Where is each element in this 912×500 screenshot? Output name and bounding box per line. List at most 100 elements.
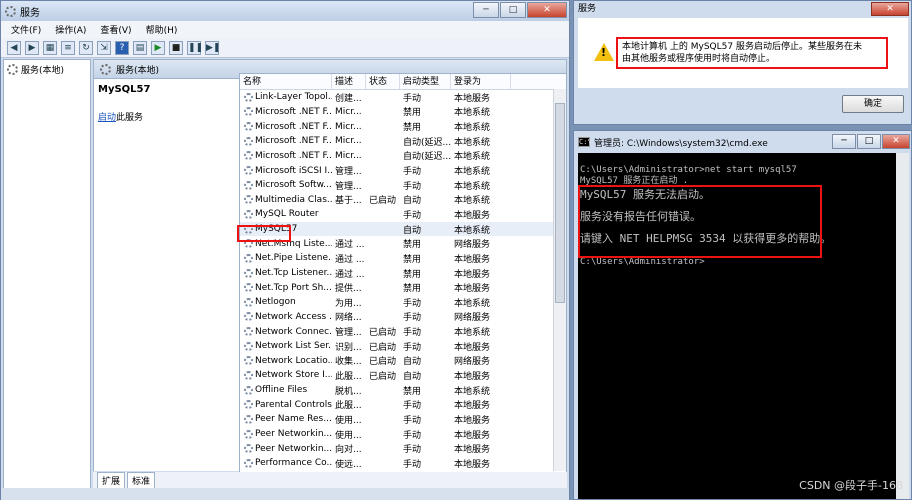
- table-row[interactable]: Link-Layer Topol... 创建... 手动 本地服务: [240, 90, 566, 105]
- cmd-scrollbar[interactable]: [896, 153, 909, 499]
- column-status[interactable]: 状态: [366, 74, 400, 89]
- tab-standard[interactable]: 标准: [127, 472, 156, 488]
- cell-description: 向对...: [335, 445, 362, 456]
- menu-file[interactable]: 文件(F): [11, 23, 41, 36]
- tree-item-services-local[interactable]: 服务(本地): [4, 60, 90, 79]
- cell-name: Microsoft .NET F...: [240, 122, 332, 132]
- highlight-dialog-message: [616, 37, 888, 69]
- warning-mark: !: [601, 46, 607, 59]
- table-row[interactable]: Network Connec... 管理... 已启动 手动 本地系统: [240, 324, 566, 339]
- cell-startup-type: 自动: [403, 357, 422, 368]
- table-row[interactable]: Multimedia Clas... 基于... 已启动 自动 本地系统: [240, 192, 566, 207]
- cell-description: 管理...: [335, 328, 362, 339]
- close-button[interactable]: ✕: [527, 2, 567, 18]
- cell-description: 基于...: [335, 196, 362, 207]
- list-icon[interactable]: ≡: [61, 40, 75, 55]
- cell-log-on-as: 本地服务: [454, 269, 491, 280]
- cell-name: Net.Tcp Port Sh...: [240, 283, 332, 293]
- service-gear-icon: [244, 268, 253, 278]
- service-gear-icon: [244, 356, 253, 366]
- menu-help[interactable]: 帮助(H): [146, 23, 178, 36]
- cell-description: 收集...: [335, 357, 362, 368]
- refresh-icon[interactable]: ↻: [79, 40, 93, 55]
- table-row[interactable]: Netlogon 为用... 手动 本地系统: [240, 295, 566, 310]
- view-tabs: 扩展 标准: [93, 472, 567, 488]
- start-service-icon[interactable]: ▶: [151, 40, 165, 55]
- service-gear-icon: [244, 429, 253, 439]
- cell-description: 为用...: [335, 298, 362, 309]
- forward-icon[interactable]: ▶: [25, 40, 39, 55]
- list-scrollbar[interactable]: [553, 89, 566, 471]
- cell-log-on-as: 本地服务: [454, 445, 491, 456]
- ok-button[interactable]: 确定: [842, 95, 904, 113]
- table-row[interactable]: Microsoft .NET F... Micr... 禁用 本地系统: [240, 119, 566, 134]
- minimize-button[interactable]: ─: [473, 2, 499, 18]
- pause-service-icon[interactable]: ❚❚: [187, 40, 203, 55]
- table-row[interactable]: Microsoft .NET F... Micr... 自动(延迟... 本地系统: [240, 134, 566, 149]
- maximize-button[interactable]: □: [500, 2, 526, 18]
- table-row[interactable]: MySQL Router 手动 本地服务: [240, 207, 566, 222]
- console-tree: 服务(本地): [3, 59, 91, 499]
- column-startup-type[interactable]: 启动类型: [400, 74, 451, 89]
- help-icon[interactable]: ?: [115, 40, 129, 55]
- service-name: Peer Networkin...: [255, 429, 332, 440]
- service-gear-icon: [244, 253, 253, 263]
- table-row[interactable]: Peer Name Res... 使用... 手动 本地服务: [240, 412, 566, 427]
- table-row[interactable]: Microsoft .NET F... Micr... 禁用 本地系统: [240, 105, 566, 120]
- cell-startup-type: 禁用: [403, 254, 422, 265]
- table-row[interactable]: Net.Tcp Listener... 通过 ... 禁用 本地服务: [240, 266, 566, 281]
- back-icon[interactable]: ◀: [7, 40, 21, 55]
- table-row[interactable]: Peer Networkin... 向对... 手动 本地服务: [240, 441, 566, 456]
- cmd-minimize-button[interactable]: ─: [832, 134, 856, 149]
- table-row[interactable]: Parental Controls 此服... 手动 本地服务: [240, 397, 566, 412]
- cell-name: Multimedia Clas...: [240, 195, 332, 205]
- export-icon[interactable]: ⇲: [97, 40, 111, 55]
- table-row[interactable]: Net.Pipe Listene... 通过 ... 禁用 本地服务: [240, 251, 566, 266]
- cell-startup-type: 手动: [403, 342, 422, 353]
- table-row[interactable]: Network Locatio... 收集... 已启动 自动 网络服务: [240, 354, 566, 369]
- scroll-thumb[interactable]: [555, 103, 565, 303]
- cell-name: Peer Networkin...: [240, 444, 332, 454]
- cell-name: Microsoft .NET F...: [240, 107, 332, 117]
- cell-startup-type: 手动: [403, 210, 422, 221]
- table-row[interactable]: Peer Networkin... 使用... 手动 本地服务: [240, 427, 566, 442]
- table-row[interactable]: Offline Files 脱机... 禁用 本地系统: [240, 383, 566, 398]
- restart-service-icon[interactable]: ▶❚: [205, 40, 220, 55]
- cmd-maximize-button[interactable]: □: [857, 134, 881, 149]
- cell-startup-type: 自动: [403, 371, 422, 382]
- cmd-window: C:\ 管理员: C:\Windows\system32\cmd.exe ─ □…: [573, 130, 912, 500]
- cell-log-on-as: 本地系统: [454, 328, 491, 339]
- cell-startup-type: 自动: [403, 225, 422, 236]
- column-description[interactable]: 描述: [332, 74, 366, 89]
- cell-name: Microsoft .NET F...: [240, 151, 332, 161]
- console-tree-icon[interactable]: ▦: [43, 40, 57, 55]
- tab-extended[interactable]: 扩展: [97, 472, 126, 488]
- table-row[interactable]: Network Store I... 此服... 已启动 自动 本地服务: [240, 368, 566, 383]
- column-log-on-as[interactable]: 登录为: [451, 74, 511, 89]
- cell-startup-type: 手动: [403, 445, 422, 456]
- table-row[interactable]: Network Access ... 网络... 手动 网络服务: [240, 310, 566, 325]
- dialog-close-button[interactable]: ✕: [871, 2, 909, 16]
- stop-service-icon[interactable]: ■: [169, 40, 183, 55]
- cmd-close-button[interactable]: ✕: [882, 134, 910, 149]
- service-name: Multimedia Clas...: [255, 194, 332, 205]
- table-row[interactable]: Performance Co... 使远... 手动 本地服务: [240, 456, 566, 471]
- table-row[interactable]: Net.Tcp Port Sh... 提供... 禁用 本地服务: [240, 280, 566, 295]
- service-name: Peer Name Res...: [255, 414, 332, 425]
- menu-view[interactable]: 查看(V): [100, 23, 131, 36]
- table-row[interactable]: Microsoft .NET F... Micr... 自动(延迟... 本地系统: [240, 149, 566, 164]
- column-name[interactable]: 名称: [240, 74, 332, 89]
- cell-startup-type: 手动: [403, 298, 422, 309]
- cell-log-on-as: 本地系统: [454, 167, 491, 178]
- start-service-link[interactable]: 启动: [98, 113, 116, 123]
- selected-service-name: MySQL57: [98, 84, 151, 95]
- menu-action[interactable]: 操作(A): [55, 23, 86, 36]
- cell-log-on-as: 网络服务: [454, 240, 491, 251]
- table-row[interactable]: Microsoft iSCSI I... 管理... 手动 本地系统: [240, 163, 566, 178]
- properties-icon[interactable]: ▤: [133, 40, 147, 55]
- highlight-mysql57-row: [237, 225, 291, 242]
- table-row[interactable]: Network List Ser... 识别... 已启动 手动 本地服务: [240, 339, 566, 354]
- action-suffix: 此服务: [116, 113, 144, 123]
- cell-name: Network Store I...: [240, 370, 332, 380]
- table-row[interactable]: Microsoft Softw... 管理... 手动 本地系统: [240, 178, 566, 193]
